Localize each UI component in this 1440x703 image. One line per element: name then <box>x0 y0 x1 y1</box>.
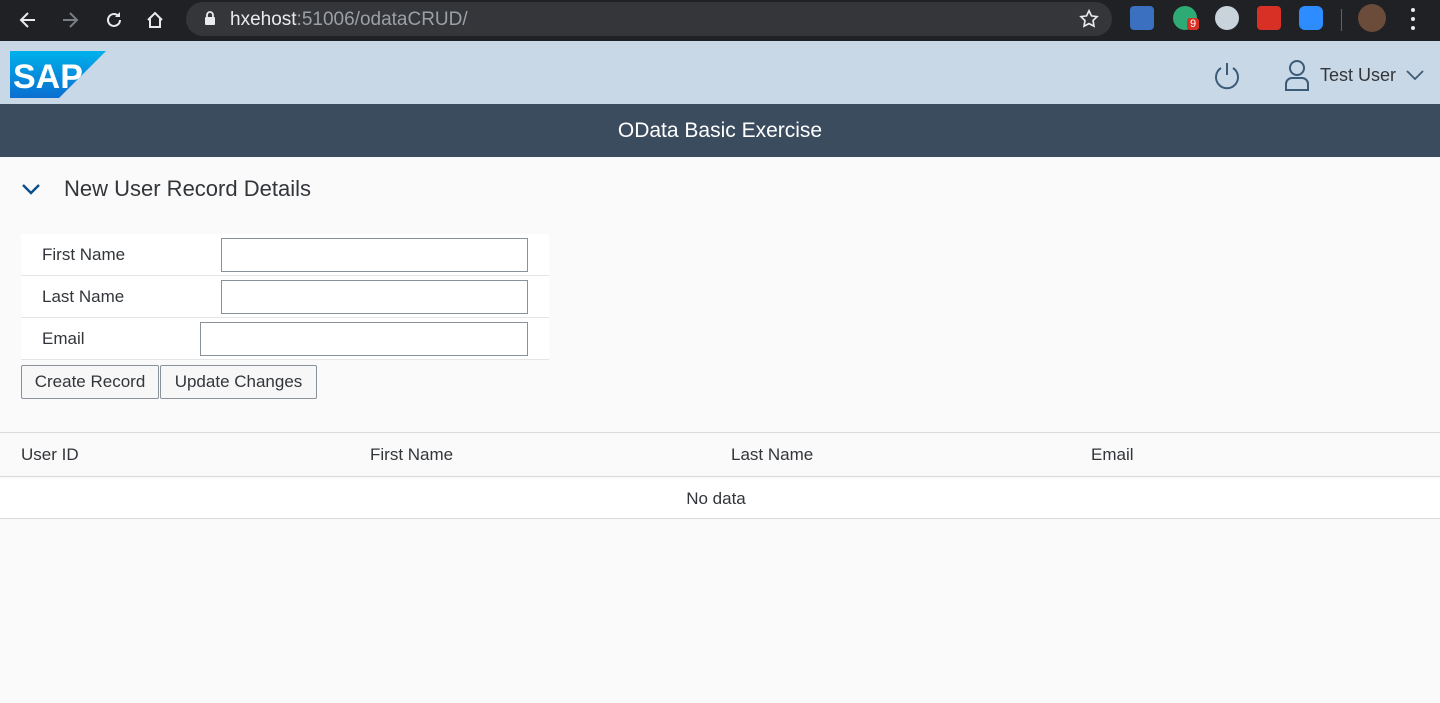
reload-icon <box>107 12 121 27</box>
email-input[interactable] <box>200 322 528 356</box>
collapse-chevron-icon[interactable] <box>21 182 41 196</box>
extension-grammar-icon[interactable]: 9 <box>1173 6 1200 30</box>
bookmark-star-icon <box>1079 8 1099 28</box>
back-button[interactable] <box>12 4 44 36</box>
bookmark-button[interactable] <box>1078 8 1100 35</box>
profile-avatar[interactable] <box>1358 4 1386 32</box>
chevron-down-icon[interactable] <box>1406 69 1424 81</box>
logout-button[interactable] <box>1211 59 1243 93</box>
column-header-user-id[interactable]: User ID <box>21 445 79 465</box>
menu-icon[interactable] <box>1403 6 1423 32</box>
form-row-last-name: Last Name <box>21 276 549 318</box>
forward-icon <box>63 12 79 28</box>
form-row-first-name: First Name <box>21 234 549 276</box>
extension-badge: 9 <box>1187 18 1200 30</box>
user-name[interactable]: Test User <box>1320 65 1396 86</box>
table-header: User ID First Name Last Name Email <box>0 432 1440 477</box>
first-name-input[interactable] <box>221 238 528 272</box>
no-data-text: No data <box>686 489 746 508</box>
user-icon[interactable] <box>1284 59 1310 91</box>
update-changes-button[interactable]: Update Changes <box>160 365 317 399</box>
browser-toolbar: hxehost:51006/odataCRUD/ 9 <box>0 0 1440 41</box>
column-header-last-name[interactable]: Last Name <box>731 445 813 465</box>
extension-zoom-icon[interactable] <box>1299 6 1323 30</box>
column-header-first-name[interactable]: First Name <box>370 445 453 465</box>
toolbar-divider <box>1341 9 1342 31</box>
reload-button[interactable] <box>98 4 130 36</box>
first-name-label: First Name <box>42 245 126 264</box>
shell-bar: SAP Test User <box>0 41 1440 104</box>
extension-sync-icon[interactable] <box>1215 6 1239 30</box>
extension-lastpass-icon[interactable] <box>1257 6 1281 30</box>
svg-text:SAP: SAP <box>13 58 83 96</box>
lock-icon <box>205 11 215 25</box>
home-icon <box>147 11 163 28</box>
forward-button[interactable] <box>54 4 86 36</box>
column-header-email[interactable]: Email <box>1091 445 1134 465</box>
create-record-button[interactable]: Create Record <box>21 365 159 399</box>
table-body: No data <box>0 479 1440 519</box>
user-form: First Name Last Name Email <box>21 234 549 360</box>
last-name-label: Last Name <box>42 287 125 306</box>
sap-logo[interactable]: SAP <box>10 51 106 98</box>
power-icon <box>1215 63 1239 90</box>
extension-translate-icon[interactable] <box>1130 6 1154 30</box>
home-button[interactable] <box>139 4 171 36</box>
back-icon <box>19 12 35 28</box>
form-row-email: Email <box>21 318 549 360</box>
address-bar[interactable]: hxehost:51006/odataCRUD/ <box>186 2 1112 36</box>
app-title-bar: OData Basic Exercise <box>0 104 1440 157</box>
page-title: OData Basic Exercise <box>617 119 823 142</box>
email-label: Email <box>42 329 85 348</box>
panel-title[interactable]: New User Record Details <box>64 176 311 202</box>
url-text: hxehost:51006/odataCRUD/ <box>230 9 468 30</box>
last-name-input[interactable] <box>221 280 528 314</box>
